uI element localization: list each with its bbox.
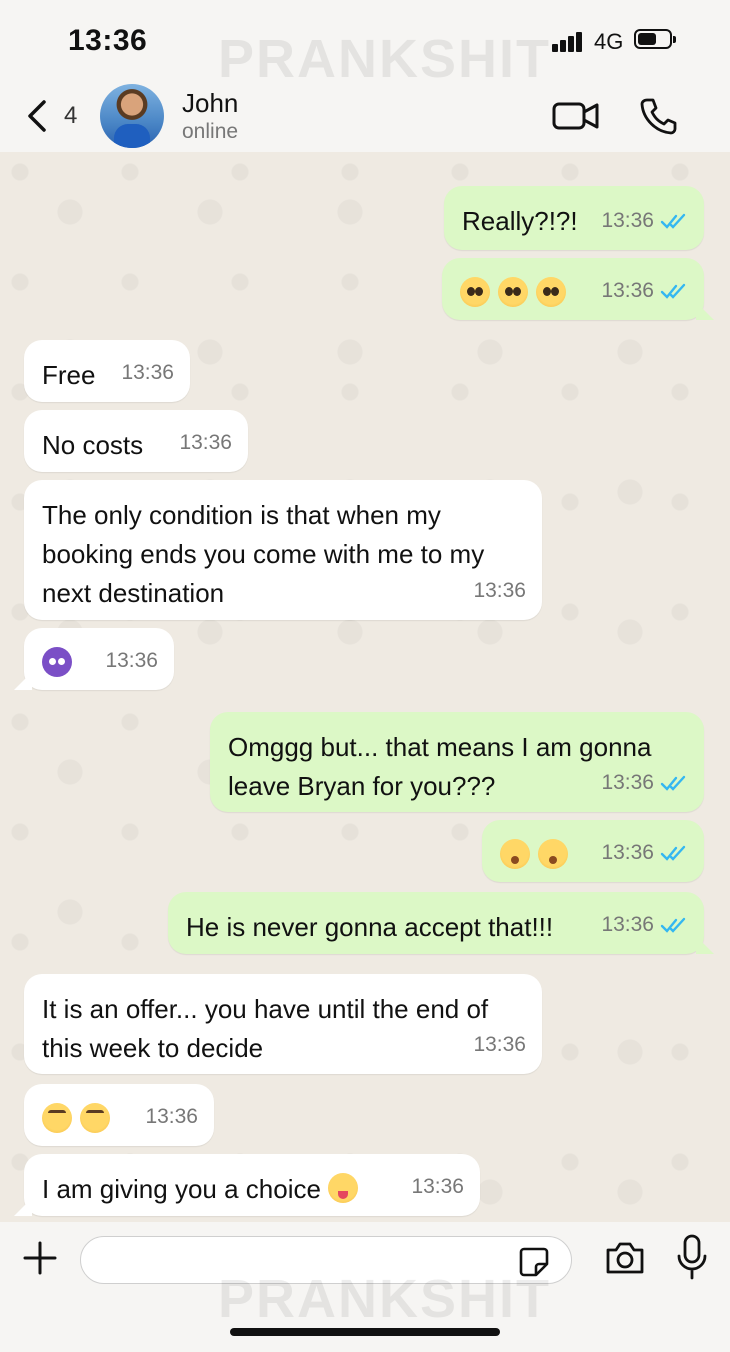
face-with-hand-over-mouth-icon <box>538 839 568 869</box>
message-text: I am giving you a choice <box>42 1174 321 1204</box>
mic-icon[interactable] <box>676 1234 708 1280</box>
message-time: 13:36 <box>601 841 654 864</box>
unread-count[interactable]: 4 <box>64 102 77 130</box>
message-text: Free <box>42 360 96 390</box>
battery-icon <box>634 29 676 49</box>
message-text: He is never gonna accept that!!! <box>186 912 554 942</box>
face-with-rolling-eyes-icon <box>80 1103 110 1133</box>
message-input[interactable] <box>80 1236 572 1284</box>
message-bubble-incoming[interactable]: It is an offer... you have until the end… <box>24 974 542 1074</box>
double-check-icon <box>660 845 686 861</box>
message-text: Really?!?! <box>462 206 578 236</box>
message-bubble-incoming[interactable]: I am giving you a choice 13:36 <box>14 1154 480 1216</box>
message-bubble-outgoing[interactable]: 13:36 <box>442 258 714 320</box>
message-bubble-incoming[interactable]: The only condition is that when my booki… <box>24 480 542 620</box>
video-call-icon[interactable] <box>552 100 600 132</box>
message-bubble-outgoing[interactable]: Omggg but... that means I am gonna leave… <box>210 712 704 812</box>
zany-face-icon <box>328 1173 359 1203</box>
message-bubble-outgoing[interactable]: Really?!?! 13:36 <box>444 186 704 250</box>
message-bubble-incoming[interactable]: Free 13:36 <box>24 340 190 402</box>
message-time: 13:36 <box>601 279 654 302</box>
pleading-face-icon <box>498 277 528 307</box>
pleading-face-icon <box>460 277 490 307</box>
chat-area[interactable]: Really?!?! 13:36 13:36 Free 13:36 No cos… <box>0 152 730 1222</box>
status-bar: 13:36 4G PRANKSHIT <box>0 0 730 89</box>
message-time: 13:36 <box>105 649 158 672</box>
message-time: 13:36 <box>601 209 654 232</box>
double-check-icon <box>660 213 686 229</box>
pleading-face-icon <box>536 277 566 307</box>
message-time: 13:36 <box>121 361 174 384</box>
message-time: 13:36 <box>601 913 654 936</box>
message-time: 13:36 <box>179 431 232 454</box>
chat-header: 4 John online <box>0 80 730 152</box>
message-text: No costs <box>42 430 144 460</box>
contact-name[interactable]: John <box>182 88 238 119</box>
camera-icon[interactable] <box>604 1238 646 1278</box>
face-with-rolling-eyes-icon <box>42 1103 72 1133</box>
message-time: 13:36 <box>601 771 654 794</box>
message-time: 13:36 <box>411 1175 464 1198</box>
smiling-face-with-horns-icon <box>42 647 72 677</box>
double-check-icon <box>660 917 686 933</box>
phone-icon[interactable] <box>638 96 678 136</box>
message-bubble-outgoing[interactable]: He is never gonna accept that!!! 13:36 <box>168 892 714 954</box>
double-check-icon <box>660 283 686 299</box>
double-check-icon <box>660 775 686 791</box>
status-time: 13:36 <box>68 24 148 57</box>
avatar[interactable] <box>100 84 164 148</box>
message-text: The only condition is that when my booki… <box>42 500 485 608</box>
message-text: It is an offer... you have until the end… <box>42 994 489 1063</box>
plus-icon[interactable] <box>22 1240 58 1276</box>
home-indicator <box>230 1328 500 1336</box>
message-time: 13:36 <box>473 1033 526 1056</box>
message-text: Omggg but... that means I am gonna leave… <box>228 732 652 801</box>
message-time: 13:36 <box>145 1105 198 1128</box>
presence-status: online <box>182 120 239 143</box>
face-with-hand-over-mouth-icon <box>500 839 530 869</box>
message-bubble-incoming[interactable]: 13:36 <box>24 1084 214 1146</box>
message-bubble-outgoing[interactable]: 13:36 <box>482 820 704 882</box>
message-bubble-incoming[interactable]: No costs 13:36 <box>24 410 248 472</box>
message-time: 13:36 <box>473 579 526 602</box>
sticker-icon[interactable] <box>518 1246 550 1278</box>
network-type: 4G <box>594 29 624 54</box>
signal-icon <box>552 30 586 52</box>
back-chevron-icon[interactable] <box>22 98 52 134</box>
message-bubble-incoming[interactable]: 13:36 <box>14 628 174 690</box>
